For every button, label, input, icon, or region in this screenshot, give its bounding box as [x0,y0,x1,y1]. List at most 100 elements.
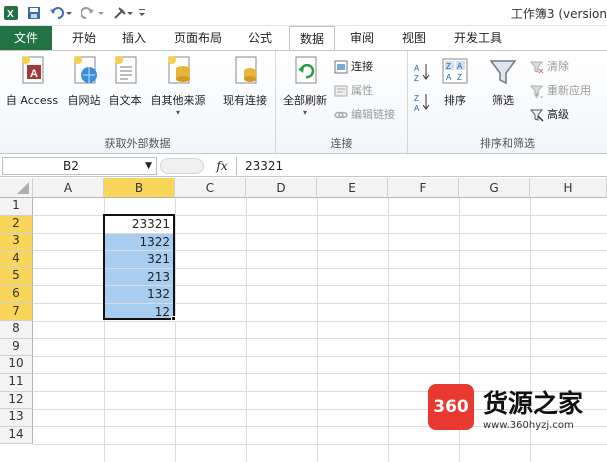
formula-bar-divider-handle[interactable] [160,158,204,174]
watermark-url: www.360hyzj.com [483,420,574,431]
properties-label: 属性 [351,84,373,97]
tab-home[interactable]: 开始 [62,26,106,50]
existing-connections-icon [230,55,260,89]
from-other-sources-button[interactable]: 自其他来源 ▾ [146,55,210,117]
tools-icon[interactable] [112,4,134,22]
sort-label: 排序 [444,94,466,107]
grid-line [388,198,389,462]
svg-text:Z: Z [414,74,419,82]
advanced-filter-icon [529,108,544,122]
row-header-3[interactable]: 3 [0,233,33,251]
redo-icon[interactable] [80,4,106,22]
row-header-2[interactable]: 2 [0,215,33,234]
sort-descending-button[interactable]: ZA [414,93,432,115]
row-header-6[interactable]: 6 [0,286,33,304]
from-web-button[interactable]: 自网站 [64,55,104,108]
refresh-all-label: 全部刷新 [283,94,327,107]
sort-descending-icon: ZA [414,92,432,119]
reapply-label: 重新应用 [547,84,591,97]
grid-line [246,198,247,462]
column-header-f[interactable]: F [388,178,459,198]
watermark-name: 货源之家 [483,389,584,418]
clear-button[interactable]: 清除 [529,57,569,77]
row-header-7[interactable]: 7 [0,303,33,322]
column-header-b[interactable]: B [104,178,175,198]
tab-developer[interactable]: 开发工具 [446,26,510,50]
row-header-9[interactable]: 9 [0,338,33,357]
sort-ascending-button[interactable]: AZ [414,63,432,85]
name-box[interactable]: B2 ▼ [2,157,157,175]
filter-button[interactable]: 筛选 [482,55,524,108]
customize-toolbar-icon[interactable] [136,4,148,22]
svg-text:Z: Z [446,62,451,71]
svg-text:A: A [30,68,38,80]
column-header-g[interactable]: G [459,178,530,198]
from-text-button[interactable]: 自文本 [104,55,146,108]
row-header-12[interactable]: 12 [0,391,33,410]
text-file-icon [110,55,140,89]
tab-formulas[interactable]: 公式 [240,26,280,50]
tab-insert[interactable]: 插入 [114,26,154,50]
from-text-label: 自文本 [108,94,142,107]
row-header-10[interactable]: 10 [0,356,33,374]
refresh-all-button[interactable]: 全部刷新 ▾ [278,55,332,117]
filter-funnel-icon [488,55,518,89]
name-box-dropdown-icon[interactable]: ▼ [145,158,152,174]
tab-file[interactable]: 文件 [0,26,52,50]
svg-text:A: A [414,64,420,73]
undo-icon[interactable] [48,4,74,22]
formula-input[interactable]: 23321 [236,157,606,175]
formula-bar: B2 ▼ fx 23321 [0,155,607,177]
watermark: 360 货源之家 www.360hyzj.com [428,382,607,438]
column-header-d[interactable]: D [246,178,317,198]
from-access-button[interactable]: A 自 Access [0,55,64,108]
connections-button[interactable]: 连接 [334,57,373,77]
row-header-13[interactable]: 13 [0,409,33,427]
advanced-button[interactable]: 高级 [529,105,569,125]
name-box-value: B2 [63,159,79,173]
column-header-a[interactable]: A [33,178,104,198]
watermark-logo: 360 [428,384,474,430]
ribbon: A 自 Access 自网站 自文本 自其他来源 ▾ 现有连接 获取外部数据 全… [0,50,607,155]
refresh-all-dropdown-icon: ▾ [302,108,307,117]
ribbon-tabs: 文件 开始 插入 页面布局 公式 数据 审阅 视图 开发工具 [0,26,607,51]
row-header-14[interactable]: 14 [0,426,33,445]
edit-links-icon [334,108,348,122]
fill-handle[interactable] [171,316,176,321]
connections-icon [334,60,348,74]
clear-filter-icon [529,60,544,74]
other-sources-icon [163,55,193,89]
web-icon [69,55,99,89]
save-icon[interactable] [26,4,42,22]
group-label-sort-filter: 排序和筛选 [480,137,535,150]
reapply-button[interactable]: 重新应用 [529,81,591,101]
from-other-sources-label: 自其他来源 [150,94,206,107]
edit-links-button[interactable]: 编辑链接 [334,105,395,125]
edit-links-label: 编辑链接 [351,108,395,121]
grid-line [33,321,607,322]
insert-function-icon[interactable]: fx [210,157,234,175]
properties-button[interactable]: 属性 [334,81,373,101]
row-header-11[interactable]: 11 [0,374,33,392]
svg-text:X: X [7,9,14,20]
existing-connections-button[interactable]: 现有连接 [216,55,274,108]
group-label-connections: 连接 [330,137,353,150]
row-header-8[interactable]: 8 [0,321,33,339]
column-header-h[interactable]: H [530,178,607,198]
tab-data[interactable]: 数据 [289,26,335,51]
sort-button[interactable]: ZAAZ 排序 [438,55,472,108]
tab-review[interactable]: 审阅 [342,26,382,50]
select-all-corner[interactable] [0,178,33,198]
excel-logo-icon: X [2,4,20,22]
window-title: 工作簿3 (version [510,7,607,21]
row-header-1[interactable]: 1 [0,198,33,216]
row-header-5[interactable]: 5 [0,268,33,286]
tab-view[interactable]: 视图 [394,26,434,50]
row-header-4[interactable]: 4 [0,250,33,269]
existing-connections-label: 现有连接 [223,94,267,107]
grid-line [175,198,176,462]
tab-page-layout[interactable]: 页面布局 [164,26,232,50]
connections-label: 连接 [351,60,373,73]
column-header-c[interactable]: C [175,178,246,198]
column-header-e[interactable]: E [317,178,388,198]
